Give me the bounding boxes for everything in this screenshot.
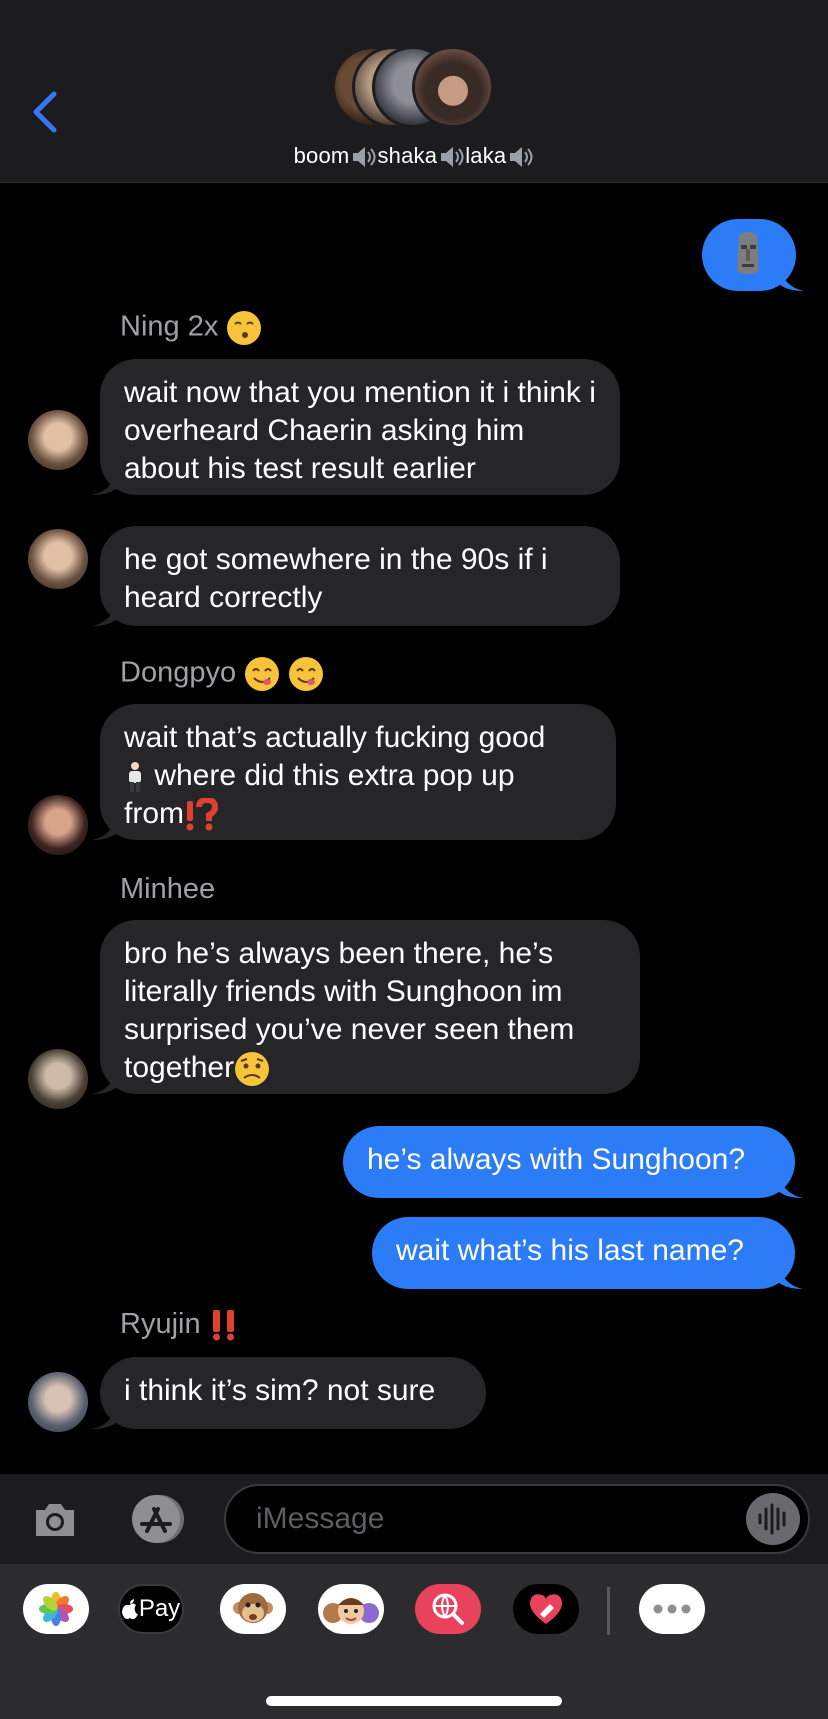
message-text: wait now that you mention it i think i o… [124, 376, 596, 485]
received-message-bubble[interactable]: wait that’s actually fucking good where … [92, 704, 616, 840]
apple-pay-button[interactable]: Pay [118, 1584, 184, 1634]
group-title-part: boom [293, 143, 350, 168]
sender-name: Dongpyo [120, 656, 324, 692]
sent-message-bubble[interactable] [702, 219, 804, 291]
sent-message-bubble[interactable]: wait what’s his last name? [372, 1217, 803, 1289]
message-input[interactable]: iMessage [224, 1484, 810, 1554]
bubble-tail [777, 1172, 803, 1198]
message-text: i think it’s sim? not sure [124, 1374, 436, 1407]
message-text: bro he’s always been there, he’s literal… [124, 937, 575, 1084]
double-exclamation-emoji-icon [212, 1310, 234, 1341]
bubble-tail [92, 814, 118, 840]
message-input-placeholder: iMessage [256, 1502, 385, 1535]
sender-avatar[interactable] [28, 529, 88, 589]
yum-face-emoji-icon [289, 657, 324, 691]
message-text: wait what’s his last name? [396, 1234, 744, 1267]
globe-search-icon [432, 1593, 464, 1625]
group-avatar-stack[interactable] [332, 46, 500, 132]
sender-name-text: Dongpyo [120, 656, 237, 689]
speaker-icon [510, 147, 533, 168]
exclamation-question-emoji-icon [186, 798, 218, 831]
waveform-icon [758, 1503, 786, 1535]
bubble-tail [92, 1403, 118, 1429]
bubble-tail [92, 600, 118, 626]
speaker-icon [441, 147, 464, 168]
apple-pay-label: Pay [138, 1595, 181, 1622]
group-title-part: laka [465, 143, 507, 168]
message-text: he got somewhere in the 90s if i heard c… [124, 543, 548, 614]
memoji-button[interactable] [318, 1584, 384, 1634]
person-standing-emoji-icon [129, 762, 141, 793]
drawer-divider [607, 1587, 610, 1635]
sent-message-bubble[interactable]: he’s always with Sunghoon? [343, 1126, 803, 1198]
bubble-tail [778, 265, 804, 291]
yum-face-emoji-icon [245, 657, 280, 691]
sender-avatar[interactable] [28, 1372, 88, 1432]
received-message-bubble[interactable]: bro he’s always been there, he’s literal… [92, 920, 640, 1094]
group-avatar [412, 46, 494, 128]
sender-name-text: Minhee [120, 873, 216, 905]
kissing-face-emoji-icon [227, 311, 262, 345]
photos-icon [39, 1592, 73, 1626]
ellipsis-icon [653, 1604, 691, 1614]
sender-avatar[interactable] [28, 410, 88, 470]
photos-app-button[interactable] [23, 1584, 89, 1634]
app-store-icon[interactable] [126, 1493, 190, 1545]
message-text: he’s always with Sunghoon? [367, 1143, 746, 1176]
bubble-tail [777, 1263, 803, 1289]
received-message-bubble[interactable]: i think it’s sim? not sure [92, 1357, 486, 1429]
heart-touch-icon [529, 1594, 563, 1624]
message-thread[interactable]: Ning 2x wait now that you mention it i t… [0, 182, 828, 1474]
memoji-icon [323, 1598, 379, 1624]
bubble-tail [92, 469, 118, 495]
speaker-icon [353, 147, 376, 168]
composer-toolbar: iMessage [0, 1474, 828, 1564]
moai-emoji-icon [737, 232, 759, 274]
chevron-left-icon[interactable] [30, 90, 60, 134]
more-apps-button[interactable] [639, 1584, 705, 1634]
group-title-part: shaka [377, 143, 438, 168]
group-title[interactable]: boom shaka laka [0, 143, 828, 169]
digital-touch-button[interactable] [513, 1584, 579, 1634]
sender-name: Ryujin [120, 1308, 239, 1342]
monkey-icon [233, 1593, 273, 1623]
sender-avatar[interactable] [28, 1049, 88, 1109]
sender-avatar[interactable] [28, 795, 88, 855]
apple-logo-icon [121, 1599, 138, 1619]
message-text: wait that’s actually fucking good [124, 721, 546, 754]
sender-name: Ning 2x [120, 310, 262, 346]
message-text: from [124, 797, 184, 830]
animoji-button[interactable] [220, 1584, 286, 1634]
sender-name-text: Ning 2x [120, 310, 219, 343]
sender-name-text: Ryujin [120, 1308, 201, 1340]
worried-face-emoji-icon [235, 1052, 270, 1087]
conversation-header: boom shaka laka [0, 0, 828, 183]
received-message-bubble[interactable]: he got somewhere in the 90s if i heard c… [92, 526, 620, 626]
home-indicator[interactable] [266, 1696, 562, 1706]
image-search-button[interactable] [415, 1584, 481, 1634]
message-text: where did this extra pop up [146, 759, 515, 792]
camera-icon[interactable] [32, 1496, 78, 1542]
received-message-bubble[interactable]: wait now that you mention it i think i o… [92, 359, 620, 495]
audio-message-button[interactable] [746, 1493, 800, 1545]
sender-name: Minhee [120, 873, 215, 906]
bubble-tail [92, 1068, 118, 1094]
